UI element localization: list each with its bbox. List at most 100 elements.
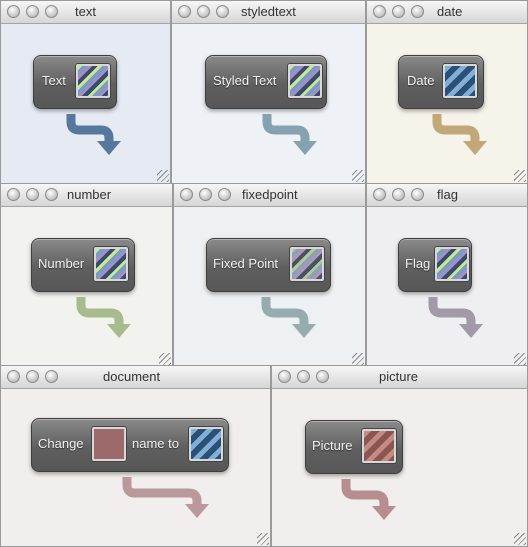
titlebar: fixedpoint bbox=[174, 184, 365, 207]
titlebar: styledtext bbox=[172, 1, 365, 24]
window-canvas[interactable]: Picture bbox=[272, 389, 527, 546]
minimize-button[interactable] bbox=[26, 370, 39, 383]
close-button[interactable] bbox=[178, 5, 191, 18]
minimize-button[interactable] bbox=[392, 5, 405, 18]
window-controls bbox=[7, 5, 58, 18]
minimize-button[interactable] bbox=[297, 370, 310, 383]
window-canvas[interactable]: Fixed Point bbox=[174, 207, 365, 366]
value-slot[interactable] bbox=[290, 247, 324, 281]
window-controls bbox=[373, 188, 424, 201]
close-button[interactable] bbox=[7, 370, 20, 383]
arrow-down-icon bbox=[432, 114, 487, 155]
window-title: document bbox=[103, 369, 161, 384]
block-label: Fixed Point bbox=[213, 256, 279, 271]
block-label-change: Change bbox=[38, 436, 84, 451]
zoom-button[interactable] bbox=[411, 5, 424, 18]
resize-grip[interactable] bbox=[159, 353, 171, 365]
window-controls bbox=[278, 370, 329, 383]
window-title: date bbox=[437, 4, 463, 19]
close-button[interactable] bbox=[278, 370, 291, 383]
block-label: Styled Text bbox=[213, 73, 277, 88]
zoom-button[interactable] bbox=[45, 370, 58, 383]
window-canvas[interactable]: Date bbox=[367, 24, 527, 183]
zoom-button[interactable] bbox=[216, 5, 229, 18]
block-label: Flag bbox=[405, 256, 431, 271]
resize-grip[interactable] bbox=[257, 533, 269, 545]
resize-grip[interactable] bbox=[514, 170, 526, 182]
date-block[interactable]: Date bbox=[398, 55, 484, 109]
flag-block[interactable]: Flag bbox=[398, 238, 472, 292]
window-controls bbox=[178, 5, 229, 18]
value-slot[interactable] bbox=[443, 64, 477, 98]
window-title: fixedpoint bbox=[242, 187, 298, 202]
block-label: Date bbox=[407, 73, 435, 88]
window-title: number bbox=[67, 187, 112, 202]
minimize-button[interactable] bbox=[197, 5, 210, 18]
text-block[interactable]: Text bbox=[33, 55, 117, 109]
arrow-down-icon bbox=[122, 477, 209, 518]
window-fixedpoint: fixedpoint Fixed Point bbox=[173, 183, 366, 367]
minimize-button[interactable] bbox=[26, 188, 39, 201]
minimize-button[interactable] bbox=[26, 5, 39, 18]
resize-grip[interactable] bbox=[352, 170, 364, 182]
value-slot[interactable] bbox=[435, 247, 469, 281]
window-picture: picture Picture bbox=[271, 365, 528, 547]
window-flag: flag Flag bbox=[366, 183, 528, 367]
window-styledtext: styledtext Styled Text bbox=[171, 0, 366, 184]
minimize-button[interactable] bbox=[199, 188, 212, 201]
window-title: styledtext bbox=[241, 4, 296, 19]
arrow-down-icon bbox=[66, 114, 121, 155]
titlebar: document bbox=[1, 366, 270, 389]
resize-grip[interactable] bbox=[157, 170, 169, 182]
arrow-down-icon bbox=[261, 297, 316, 338]
window-controls bbox=[373, 5, 424, 18]
window-title: picture bbox=[379, 369, 419, 384]
zoom-button[interactable] bbox=[45, 188, 58, 201]
number-block[interactable]: Number bbox=[31, 238, 135, 292]
window-controls bbox=[7, 188, 58, 201]
window-text: text Text bbox=[0, 0, 171, 184]
close-button[interactable] bbox=[373, 5, 386, 18]
close-button[interactable] bbox=[7, 188, 20, 201]
minimize-button[interactable] bbox=[392, 188, 405, 201]
window-canvas[interactable]: Text bbox=[1, 24, 170, 183]
resize-grip[interactable] bbox=[514, 353, 526, 365]
window-controls bbox=[7, 370, 58, 383]
value-slot[interactable] bbox=[94, 247, 128, 281]
zoom-button[interactable] bbox=[218, 188, 231, 201]
window-title: flag bbox=[437, 187, 458, 202]
picture-block[interactable]: Picture bbox=[305, 420, 403, 474]
fixed-point-block[interactable]: Fixed Point bbox=[206, 238, 331, 292]
value-slot[interactable] bbox=[189, 427, 223, 461]
resize-grip[interactable] bbox=[352, 353, 364, 365]
window-controls bbox=[180, 188, 231, 201]
titlebar: flag bbox=[367, 184, 527, 207]
zoom-button[interactable] bbox=[45, 5, 58, 18]
window-canvas[interactable]: Change name to bbox=[1, 389, 270, 546]
arrow-down-icon bbox=[262, 114, 317, 155]
close-button[interactable] bbox=[7, 5, 20, 18]
arrow-down-icon bbox=[76, 297, 131, 338]
window-canvas[interactable]: Number bbox=[1, 207, 172, 366]
styled-text-block[interactable]: Styled Text bbox=[205, 55, 327, 109]
arrow-down-icon bbox=[428, 297, 483, 338]
arrow-down-icon bbox=[341, 479, 396, 520]
block-label-name-to: name to bbox=[132, 436, 179, 451]
window-number: number Number bbox=[0, 183, 173, 367]
window-document: document Change name to bbox=[0, 365, 271, 547]
close-button[interactable] bbox=[373, 188, 386, 201]
titlebar: date bbox=[367, 1, 527, 24]
value-slot[interactable] bbox=[362, 429, 396, 463]
zoom-button[interactable] bbox=[316, 370, 329, 383]
target-slot[interactable] bbox=[92, 427, 126, 461]
value-slot[interactable] bbox=[288, 64, 322, 98]
block-label: Number bbox=[38, 256, 85, 271]
value-slot[interactable] bbox=[76, 64, 110, 98]
close-button[interactable] bbox=[180, 188, 193, 201]
zoom-button[interactable] bbox=[411, 188, 424, 201]
window-canvas[interactable]: Styled Text bbox=[172, 24, 365, 183]
resize-grip[interactable] bbox=[514, 533, 526, 545]
window-canvas[interactable]: Flag bbox=[367, 207, 527, 366]
change-name-block[interactable]: Change name to bbox=[31, 418, 229, 472]
window-title: text bbox=[75, 4, 96, 19]
